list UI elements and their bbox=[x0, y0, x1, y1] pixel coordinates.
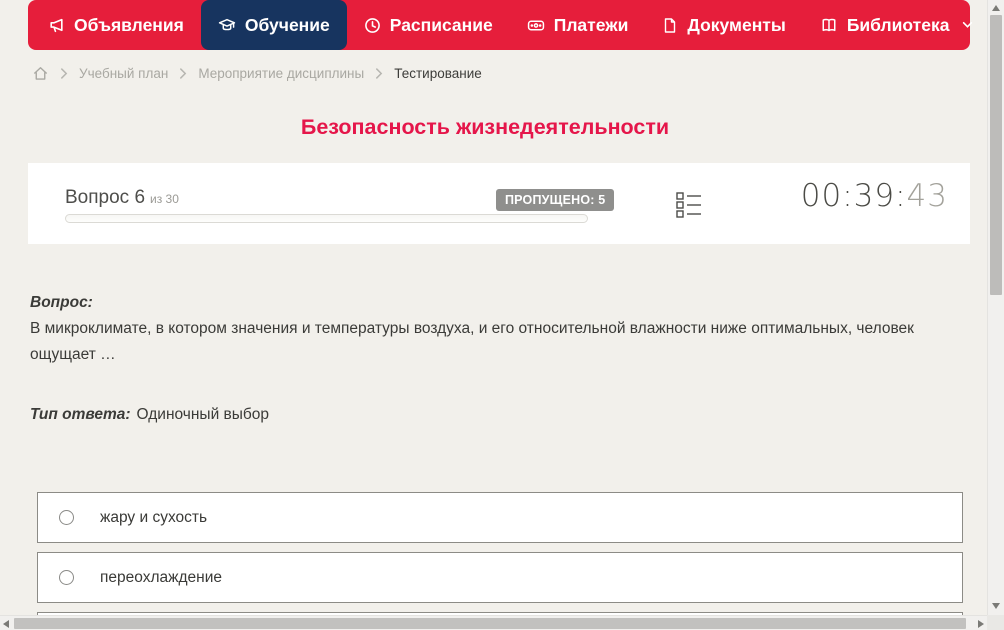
question-number: Вопрос 6 из 30 bbox=[65, 187, 179, 209]
nav-item-label: Платежи bbox=[553, 14, 629, 35]
open-book-icon bbox=[820, 17, 838, 34]
page-title: Безопасность жизнедеятельности bbox=[300, 115, 670, 139]
nav-item-label: Объявления bbox=[74, 14, 184, 35]
timer-seconds: 43 bbox=[906, 178, 948, 214]
nav-item-label: Расписание bbox=[389, 14, 493, 35]
answer-type-label: Тип ответа: bbox=[30, 406, 131, 423]
nav-item-documents[interactable]: Документы bbox=[645, 0, 802, 50]
answer-type-block: Тип ответа: Одиночный выбор bbox=[30, 402, 269, 428]
question-total: из 30 bbox=[150, 192, 179, 206]
breadcrumb-separator-icon bbox=[375, 67, 383, 79]
breadcrumb-separator-icon bbox=[179, 67, 187, 79]
nav-item-library[interactable]: Библиотека bbox=[803, 0, 991, 50]
breadcrumb-study-plan[interactable]: Учебный план bbox=[79, 66, 168, 81]
answer-type-value: Одиночный выбор bbox=[136, 406, 270, 423]
question-block: Вопрос: В микроклимате, в котором значен… bbox=[30, 290, 955, 368]
document-icon bbox=[662, 17, 678, 34]
breadcrumb-separator-icon bbox=[60, 67, 68, 79]
quiz-header-card: Вопрос 6 из 30 ПРОПУЩЕНО: 5 00:39:43 bbox=[28, 163, 970, 244]
answer-option-2[interactable]: переохлаждение bbox=[37, 552, 963, 603]
breadcrumb-testing: Тестирование bbox=[394, 65, 482, 81]
banknote-icon bbox=[527, 17, 545, 34]
nav-item-label: Обучение bbox=[244, 14, 330, 35]
answer-option-label: переохлаждение bbox=[100, 568, 222, 586]
answer-options: жару и сухость переохлаждение bbox=[37, 492, 963, 630]
nav-item-label: Библиотека bbox=[846, 14, 950, 35]
question-list-icon bbox=[676, 192, 702, 222]
answer-option-1[interactable]: жару и сухость bbox=[37, 492, 963, 543]
quiz-progress-bar bbox=[65, 214, 588, 223]
nav-item-label: Документы bbox=[687, 14, 786, 35]
answer-option-label: жару и сухость bbox=[100, 508, 208, 526]
timer-hours-minutes: 00:39: bbox=[800, 178, 907, 214]
scrollbar-corner bbox=[987, 615, 1004, 630]
question-prompt-label: Вопрос: bbox=[30, 294, 93, 311]
nav-item-payments[interactable]: Платежи bbox=[510, 0, 646, 50]
quiz-timer: 00:39:43 bbox=[801, 178, 948, 214]
scroll-up-arrow-icon[interactable] bbox=[992, 5, 1000, 11]
scroll-right-arrow-icon[interactable] bbox=[978, 620, 984, 628]
question-list-button[interactable] bbox=[676, 191, 702, 223]
radio-button[interactable] bbox=[59, 510, 74, 525]
question-number-label: Вопрос 6 bbox=[65, 187, 146, 208]
main-navbar: Объявления Обучение Расписание Платежи Д… bbox=[28, 0, 973, 50]
nav-item-learning[interactable]: Обучение bbox=[200, 0, 347, 50]
scroll-down-arrow-icon[interactable] bbox=[992, 603, 1000, 609]
clock-icon bbox=[364, 17, 381, 34]
scroll-left-arrow-icon[interactable] bbox=[3, 620, 9, 628]
home-icon[interactable] bbox=[32, 65, 49, 82]
vertical-scrollbar-thumb[interactable] bbox=[990, 15, 1002, 295]
graduation-cap-icon bbox=[218, 17, 236, 34]
question-text: В микроклимате, в котором значения и тем… bbox=[30, 320, 914, 363]
nav-item-announcements[interactable]: Объявления bbox=[31, 0, 201, 50]
horizontal-scrollbar-thumb[interactable] bbox=[14, 618, 966, 629]
breadcrumb: Учебный план Мероприятие дисциплины Тест… bbox=[32, 62, 482, 84]
vertical-scrollbar[interactable] bbox=[987, 0, 1004, 615]
skipped-badge: ПРОПУЩЕНО: 5 bbox=[496, 189, 615, 211]
breadcrumb-discipline-event[interactable]: Мероприятие дисциплины bbox=[198, 66, 364, 81]
horizontal-scrollbar[interactable] bbox=[0, 615, 987, 630]
megaphone-icon bbox=[48, 17, 65, 34]
nav-item-schedule[interactable]: Расписание bbox=[347, 0, 510, 50]
chevron-down-icon bbox=[962, 21, 973, 29]
radio-button[interactable] bbox=[59, 570, 74, 585]
